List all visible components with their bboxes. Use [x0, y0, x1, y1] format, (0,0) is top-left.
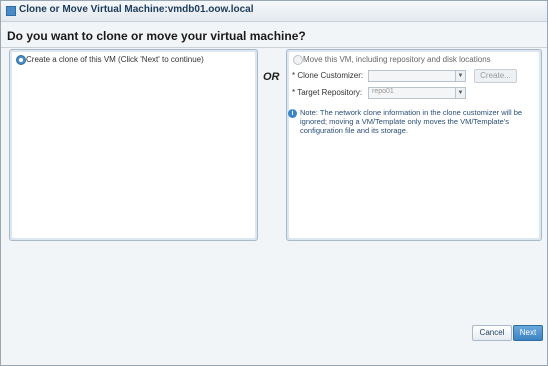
dialog-title: Clone or Move Virtual Machine:vmdb01.oow…	[19, 4, 254, 15]
target-repository-value: repo01	[372, 88, 394, 95]
title-bar: Clone or Move Virtual Machine:vmdb01.oow…	[1, 1, 547, 22]
clone-customizer-select[interactable]: ▼	[368, 70, 466, 82]
question-heading: Do you want to clone or move your virtua…	[7, 29, 306, 43]
clone-customizer-label: * Clone Customizer:	[292, 71, 364, 80]
clone-radio[interactable]	[16, 55, 26, 65]
window-icon	[6, 6, 16, 16]
cancel-button[interactable]: Cancel	[472, 325, 512, 341]
target-repository-select[interactable]: repo01 ▼	[368, 87, 466, 99]
next-button[interactable]: Next	[513, 325, 543, 341]
note-text: Note: The network clone information in t…	[300, 108, 523, 135]
chevron-down-icon: ▼	[455, 71, 465, 81]
info-icon: i	[288, 109, 297, 118]
chevron-down-icon: ▼	[455, 88, 465, 98]
clone-option-panel: Create a clone of this VM (Click 'Next' …	[9, 49, 258, 241]
target-repository-label: * Target Repository:	[292, 88, 363, 97]
move-radio[interactable]	[293, 55, 303, 65]
clone-option-panel-inner: Create a clone of this VM (Click 'Next' …	[12, 52, 255, 238]
create-button[interactable]: Create...	[474, 69, 517, 83]
dialog-window: Clone or Move Virtual Machine:vmdb01.oow…	[0, 0, 548, 366]
clone-option-label: Create a clone of this VM (Click 'Next' …	[26, 55, 204, 64]
divider	[1, 47, 547, 48]
or-separator: OR	[263, 71, 280, 83]
move-option-label: Move this VM, including repository and d…	[303, 55, 491, 64]
